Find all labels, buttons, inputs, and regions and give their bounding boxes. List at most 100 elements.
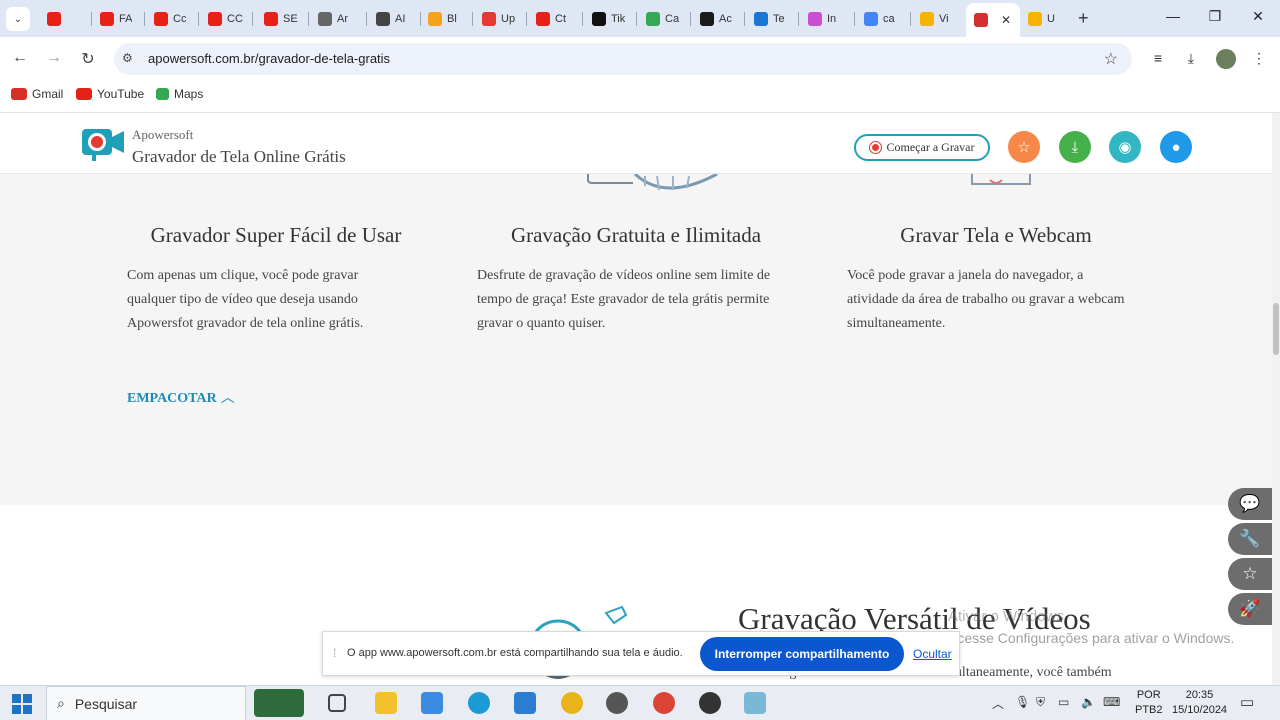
bookmark-youtube[interactable]: YouTube [76,87,144,101]
browser-tab[interactable]: CC [200,4,250,33]
microphone-icon[interactable]: 🎙 [1015,695,1030,709]
tab-separator [636,12,637,26]
menu-kebab-icon[interactable]: ⋮ [1248,50,1270,67]
browser-tab[interactable]: ca [856,4,908,33]
android-icon[interactable]: ◉ [1109,131,1141,163]
apple-icon[interactable]: ● [1160,131,1192,163]
drag-handle-icon[interactable]: ⁞ [333,646,336,660]
download-icon[interactable]: ⤓ [1180,50,1202,67]
youtube-icon [76,88,92,100]
tab-separator [798,12,799,26]
feature-title: Gravação Gratuita e Ilimitada [510,223,762,247]
close-window-icon[interactable]: ✕ [1248,8,1268,25]
start-recording-label: Começar a Gravar [886,140,975,154]
forward-icon[interactable]: → [44,49,64,67]
browser-tab[interactable]: Tik [584,4,634,33]
feature-line: Desfrute de gravação de vídeos online se… [477,268,771,283]
site-info-icon[interactable]: ⚙ [122,51,133,65]
edge-icon[interactable] [468,692,490,714]
windows-start-icon[interactable] [12,694,32,714]
hide-link[interactable]: Ocultar [913,647,952,661]
browser-tab[interactable]: ✕ [966,3,1020,37]
feature-line: atividade da área de trabalho ou gravar … [847,292,1125,307]
bookmark-label: Maps [174,87,204,101]
rocket-icon[interactable]: 🚀 [1228,593,1272,625]
web-page: Apowersoft Gravador de Tela Online Gráti… [0,113,1272,685]
browser-tab[interactable]: Up [474,4,524,33]
media-app-icon[interactable] [606,692,628,714]
browser-tab[interactable] [39,4,89,33]
browser-tab[interactable]: Ca [638,4,688,33]
bookmark-star-icon[interactable]: ☆ [1104,49,1118,69]
network-icon[interactable]: ▭ [1058,695,1069,709]
chrome-icon[interactable] [561,692,583,714]
browser-tab[interactable]: AI [368,4,418,33]
board-app-icon[interactable] [254,689,304,717]
collapse-toggle[interactable]: EMPACOTAR ︿ [127,387,235,407]
favorite-star-icon[interactable]: ☆ [1228,558,1272,590]
browser-tab[interactable]: Te [746,4,796,33]
keyboard-icon[interactable]: ⌨ [1103,695,1120,709]
browser-tab[interactable]: Ct [528,4,580,33]
language-indicator[interactable]: POR PTB2 [1135,688,1163,718]
restore-icon[interactable]: ❐ [1205,8,1225,25]
tab-search-chevron-icon[interactable]: ⌄ [6,7,30,31]
feature-description: Com apenas um clique, você pode gravar q… [127,264,457,336]
mail-icon[interactable] [514,692,536,714]
taskbar-search[interactable]: ⌕ Pesquisar [46,686,246,720]
start-recording-button[interactable]: Começar a Gravar [854,134,990,161]
tab-favicon-icon [536,11,550,26]
profile-avatar[interactable] [1216,49,1236,69]
stop-sharing-button[interactable]: Interromper compartilhamento [700,637,904,671]
maps-icon [156,88,169,100]
browser-tab[interactable]: In [800,4,852,33]
apowersoft-logo-icon[interactable] [80,125,126,163]
browser-tab[interactable]: Cc [146,4,196,33]
chrome-profile-icon[interactable] [653,692,675,714]
system-clock[interactable]: 20:35 15/10/2024 [1172,688,1227,718]
search-placeholder: Pesquisar [74,695,138,712]
minimize-icon[interactable]: — [1163,8,1183,24]
volume-icon[interactable]: 🔈 [1081,695,1096,709]
browser-tab[interactable]: Ar [310,4,364,33]
tab-label: Ac [719,12,732,25]
download-app-icon[interactable]: ⤓ [1059,131,1091,163]
browser-tab[interactable]: U [1020,4,1072,33]
close-tab-icon[interactable]: ✕ [1001,13,1011,27]
feature-line: Com apenas um clique, você pode gravar [127,268,359,283]
url-text[interactable]: apowersoft.com.br/gravador-de-tela-grati… [148,51,390,66]
address-bar[interactable]: ⚙ apowersoft.com.br/gravador-de-tela-gra… [114,43,1132,75]
bookmark-gmail[interactable]: Gmail [11,87,63,101]
tab-strip: ⌄ FA Cc CC SE Ar AI Bl Up Ct Tik Ca Ac Te In ca Vi ✕ U + … [0,0,1280,37]
app-icon[interactable] [744,692,766,714]
reload-icon[interactable]: ↻ [78,49,98,69]
back-icon[interactable]: ← [10,49,30,67]
page-scrollbar[interactable] [1272,113,1280,685]
illustration-recording [587,174,718,191]
obs-icon[interactable] [699,692,721,714]
tab-favicon-icon [646,11,660,26]
notification-icon[interactable]: ▭ [1240,693,1254,711]
browser-tab[interactable]: Vi [912,4,962,33]
browser-tab[interactable]: SE [256,4,306,33]
star-icon[interactable]: ☆ [1008,131,1040,163]
feature-line: qualquer tipo de vídeo que deseja usando [127,292,358,307]
tab-label: Ar [337,12,348,25]
store-icon[interactable] [421,692,443,714]
bookmark-maps[interactable]: Maps [156,87,203,101]
file-explorer-icon[interactable] [375,692,397,714]
tray-expand-icon[interactable]: ︿ [992,695,1004,712]
scrollbar-thumb[interactable] [1273,303,1279,355]
browser-tab[interactable]: FA [92,4,142,33]
tab-separator [252,12,253,26]
media-controls-icon[interactable]: ≡ [1147,50,1169,66]
security-icon[interactable]: ⛨ [1036,695,1045,710]
task-view-icon[interactable] [328,694,346,712]
wrench-icon[interactable]: 🔧 [1228,523,1272,555]
chat-icon[interactable]: 💬 [1228,488,1272,520]
browser-tab[interactable]: Ac [692,4,742,33]
record-dot-icon [869,142,881,153]
new-tab-button[interactable]: + [1078,8,1089,29]
browser-tab[interactable]: Bl [420,4,470,33]
tab-label: In [827,12,837,25]
